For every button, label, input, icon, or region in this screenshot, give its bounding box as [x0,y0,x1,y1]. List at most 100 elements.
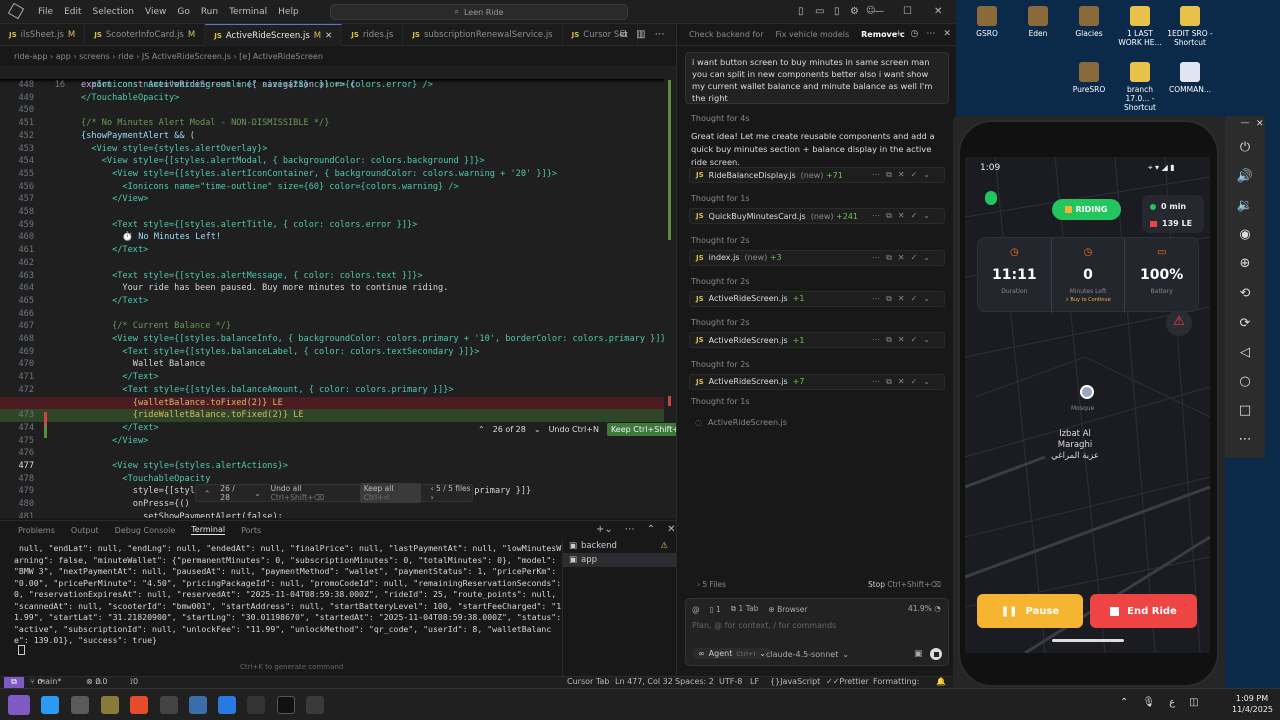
code-editor[interactable]: 16 export const ActiveRideScreen = ({ nav… [0,66,676,518]
brave-browser-icon[interactable] [130,696,148,714]
menu-run[interactable]: Run [201,7,218,17]
editor-tab[interactable]: JS ActiveRideScreen.js M ✕ [205,24,343,46]
zoom-icon[interactable]: ⊕ [1225,256,1265,271]
more-actions-icon[interactable]: ⋯ [655,29,665,40]
remote-icon[interactable]: ⧉ [4,677,24,688]
diff-icon[interactable]: ▥ [636,29,645,40]
encoding-status[interactable]: UTF-8 [719,677,742,686]
browser-context[interactable]: ⊕ Browser [768,605,807,614]
back-icon[interactable]: ◁ [1225,345,1265,360]
chevron-up-icon[interactable]: ⌃ [1120,697,1128,708]
thought-label[interactable]: Thought for 1s [691,397,750,406]
close-panel-icon[interactable]: ✕ [667,524,675,535]
file-change-card[interactable]: JS ActiveRideScreen.js +1 ⋯⧉✕✓⌄ [689,332,945,349]
task-view-icon[interactable] [71,696,89,714]
desktop-shortcut[interactable]: branch 17.0... - Shortcut [1116,62,1164,112]
menu-terminal[interactable]: Terminal [229,7,267,17]
tab-context[interactable]: ▯ 1 [710,605,721,614]
chevron-down-icon[interactable]: ⌄ [534,425,541,434]
toggle-chat-icon[interactable]: ▯ [834,6,840,17]
end-ride-button[interactable]: End Ride [1090,594,1197,628]
file-change-card[interactable]: JS RideBalanceDisplay.js (new) +71 ⋯⧉✕✓⌄ [689,167,945,183]
user-message[interactable]: i want button screen to buy minutes in s… [685,52,949,104]
thought-label[interactable]: Thought for 2s [691,360,750,369]
file-change-card[interactable]: JS ActiveRideScreen.js +7 ⋯⧉✕✓⌄ [689,373,945,390]
new-chat-icon[interactable]: + [895,29,903,39]
keep-all-button[interactable]: Keep all Ctrl+⏎ [359,483,421,503]
desktop-shortcut[interactable]: Glacies [1065,6,1113,38]
file-actions[interactable]: ⋯⧉✕✓⌄ [872,377,936,387]
close-emulator-icon[interactable]: ✕ [1256,119,1264,129]
history-icon[interactable]: ◷ [911,29,919,39]
camera-icon[interactable]: ◉ [1225,227,1265,242]
file-change-card[interactable]: JS QuickBuyMinutesCard.js (new) +241 ⋯⧉✕✓⌄ [689,208,945,225]
more-icon[interactable]: ⋯ [1225,432,1265,447]
editor-tab[interactable]: JS subscriptionRenewalService.js [403,24,563,46]
settings-icon[interactable] [189,696,207,714]
network-icon[interactable]: ◫ [1189,697,1198,708]
desktop-shortcut[interactable]: PureSRO [1065,62,1113,94]
mention-icon[interactable]: @ [692,605,700,614]
chevron-up-icon[interactable]: ⌃ [478,425,485,434]
stop-button[interactable]: Stop Ctrl+Shift+⌫ [868,580,941,589]
new-terminal-icon[interactable]: +⌄ [596,524,613,535]
app-icon[interactable] [306,696,324,714]
power-icon[interactable]: ⏻ [1225,140,1265,155]
thought-label[interactable]: Thought for 1s [691,194,750,203]
thought-label[interactable]: Thought for 4s [691,114,750,123]
file-actions[interactable]: ⋯⧉✕✓⌄ [872,335,936,345]
close-window-icon[interactable]: ✕ [934,6,942,17]
file-actions[interactable]: ⋯⧉✕✓⌄ [872,253,936,263]
split-editor-icon[interactable]: ⧉ [620,29,627,40]
ports-status[interactable]: ⟟ 0 secs [130,677,151,688]
menu-go[interactable]: Go [177,7,189,17]
app-icon[interactable] [160,696,178,714]
phone-screen[interactable]: 1:09 ⌖ ▾ ◢ ▮ RIDING 0 min 139 LE ◷ 11:11 D… [965,157,1210,653]
microphone-icon[interactable]: 🎙 [1142,697,1155,708]
settings-gear-icon[interactable]: ⚙ [850,6,859,17]
volume-up-icon[interactable]: 🔊 [1225,169,1265,184]
chat-tab[interactable]: Fix vehicle models [776,30,850,39]
chat-input[interactable]: Plan, @ for context, / for commands [692,621,836,630]
terminal-item[interactable]: ▣ backend ⚠ [563,539,676,553]
prettier-status[interactable]: ✓✓ Prettier [826,677,869,686]
desktop-shortcut[interactable]: COMMAN... [1166,62,1214,94]
files-nav[interactable]: ‹ 5 / 5 files › [431,484,472,502]
indent-status[interactable]: Spaces: 2 [675,677,714,686]
terminal-item[interactable]: ▣ app [563,553,676,567]
menu-edit[interactable]: Edit [64,7,81,17]
overview-icon[interactable]: □ [1225,403,1265,418]
tab-count[interactable]: ⧉ 1 Tab [731,604,759,614]
panel-tab-terminal[interactable]: Terminal [191,525,226,535]
terminal-app-icon[interactable] [247,696,265,714]
file-actions[interactable]: ⋯⧉✕✓⌄ [872,170,936,180]
desktop-shortcut[interactable]: GSRO [963,6,1011,38]
game-icon[interactable] [101,696,119,714]
branch-status[interactable]: ⑂ main* ⟳ [30,677,61,686]
maximize-panel-icon[interactable]: ⌃ [647,524,655,535]
send-button[interactable] [930,648,942,660]
home-icon[interactable]: ○ [1225,374,1265,389]
desktop-shortcut[interactable]: 1 LAST WORK HE... [1116,6,1164,47]
problems-status[interactable]: ⊗ 0 ⚠ 0 [86,677,108,686]
editor-tab[interactable]: JS ScooterInfoCard.js M [85,24,206,46]
pause-button[interactable]: ❚❚ Pause [977,594,1083,628]
more-actions-icon[interactable]: ⋯ [926,29,935,39]
panel-tab-debug-console[interactable]: Debug Console [115,526,176,535]
toggle-sidebar-icon[interactable]: ▯ [798,6,804,17]
chevron-down-icon[interactable]: ⌄ [254,489,260,498]
warning-button[interactable]: ⚠ [1166,310,1192,336]
undo-all-button[interactable]: Undo all Ctrl+Shift+⌫ [271,484,350,502]
chevron-up-icon[interactable]: ⌃ [204,489,210,498]
panel-tab-output[interactable]: Output [71,526,99,535]
close-chat-icon[interactable]: ✕ [943,29,951,39]
editor-tab[interactable]: JS rides.js [342,24,404,46]
cursor-position[interactable]: Ln 477, Col 32 [615,677,673,686]
messenger-icon[interactable] [218,696,236,714]
undo-change-button[interactable]: Undo Ctrl+N [549,425,599,434]
eol-status[interactable]: LF [750,677,759,686]
maximize-icon[interactable]: ☐ [903,6,912,17]
terminal-output[interactable]: null, "endLat": null, "endLng": null, "e… [14,543,562,647]
files-toggle[interactable]: › 5 Files [697,580,726,589]
file-change-card[interactable]: JS ActiveRideScreen.js +1 ⋯⧉✕✓⌄ [689,290,945,307]
